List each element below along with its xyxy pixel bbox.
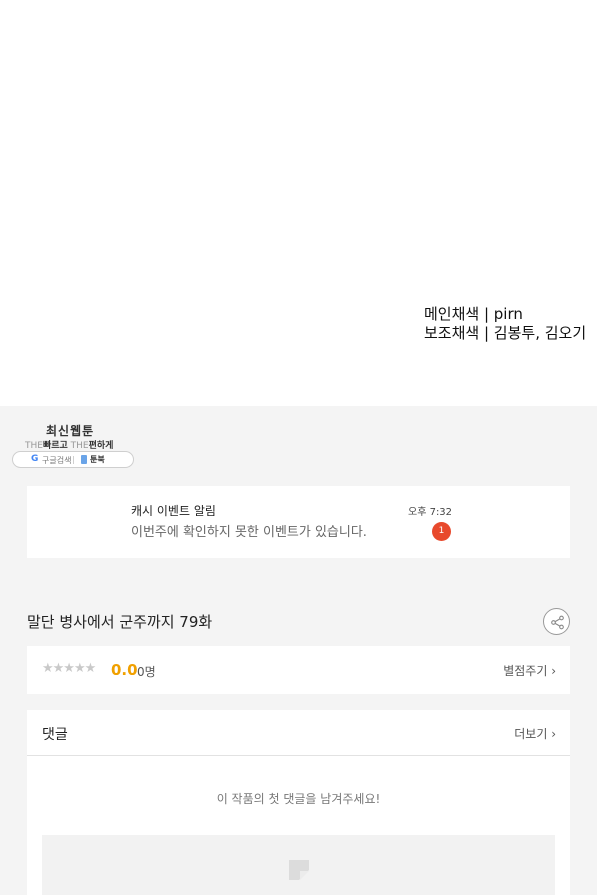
promo-separator: | bbox=[72, 455, 75, 464]
comments-label: 댓글 bbox=[42, 727, 68, 743]
book-icon bbox=[81, 455, 87, 464]
promo-banner[interactable]: 최신웹툰 THE빠르고 THE편하게 G 구글검색 | 툰북 bbox=[12, 421, 134, 469]
comment-input-box[interactable] bbox=[42, 835, 555, 895]
comments-section: 댓글 더보기 › 이 작품의 첫 댓글을 남겨주세요! bbox=[27, 710, 570, 895]
promo-easy: 편하게 bbox=[88, 441, 114, 451]
episode-title: 말단 병사에서 군주까지 79화 bbox=[27, 613, 213, 631]
toonbook-label: 툰북 bbox=[90, 455, 105, 464]
google-icon: G bbox=[31, 454, 39, 464]
notice-message: 이번주에 확인하지 못한 이벤트가 있습니다. bbox=[131, 525, 367, 540]
promo-fast: 빠르고 bbox=[42, 441, 68, 451]
notice-time: 오후 7:32 bbox=[408, 507, 453, 518]
promo-the-2: THE bbox=[70, 441, 89, 451]
rating-stars: ★★★★★ bbox=[42, 661, 96, 676]
promo-subtitle: THE빠르고 THE편하게 bbox=[25, 438, 113, 451]
cash-event-notice[interactable]: 캐시 이벤트 알림 이번주에 확인하지 못한 이벤트가 있습니다. 오후 7:3… bbox=[27, 486, 570, 558]
comic-panel: 메인채색 | pirn 보조채색 | 김봉투, 김오기 bbox=[0, 0, 597, 406]
rating-score: 0.0 bbox=[111, 661, 138, 679]
notice-badge: 1 bbox=[432, 522, 451, 541]
promo-search-pill[interactable]: G 구글검색 | 툰북 bbox=[12, 451, 134, 468]
share-button[interactable] bbox=[543, 608, 570, 635]
promo-the-1: THE bbox=[25, 441, 43, 451]
share-icon bbox=[551, 615, 564, 630]
credits: 메인채색 | pirn 보조채색 | 김봉투, 김오기 bbox=[424, 305, 586, 343]
comments-more-link[interactable]: 더보기 › bbox=[514, 725, 556, 742]
notice-title: 캐시 이벤트 알림 bbox=[131, 504, 216, 518]
google-search-label: 구글검색 bbox=[42, 456, 72, 465]
promo-title: 최신웹툰 bbox=[46, 424, 95, 438]
pencil-icon bbox=[289, 860, 309, 880]
rating-count: 0명 bbox=[137, 665, 156, 679]
rate-button[interactable]: 별점주기 › bbox=[503, 662, 556, 679]
comments-header: 댓글 더보기 › bbox=[27, 710, 570, 756]
lower-section: 최신웹툰 THE빠르고 THE편하게 G 구글검색 | 툰북 캐시 이벤트 알림… bbox=[0, 406, 597, 895]
rating-bar: ★★★★★ 0.0 0명 별점주기 › bbox=[27, 646, 570, 694]
comments-empty-message: 이 작품의 첫 댓글을 남겨주세요! bbox=[216, 792, 381, 806]
credit-sub-color: 보조채색 | 김봉투, 김오기 bbox=[424, 324, 587, 342]
credit-main-color: 메인채색 | pirn bbox=[424, 305, 523, 323]
